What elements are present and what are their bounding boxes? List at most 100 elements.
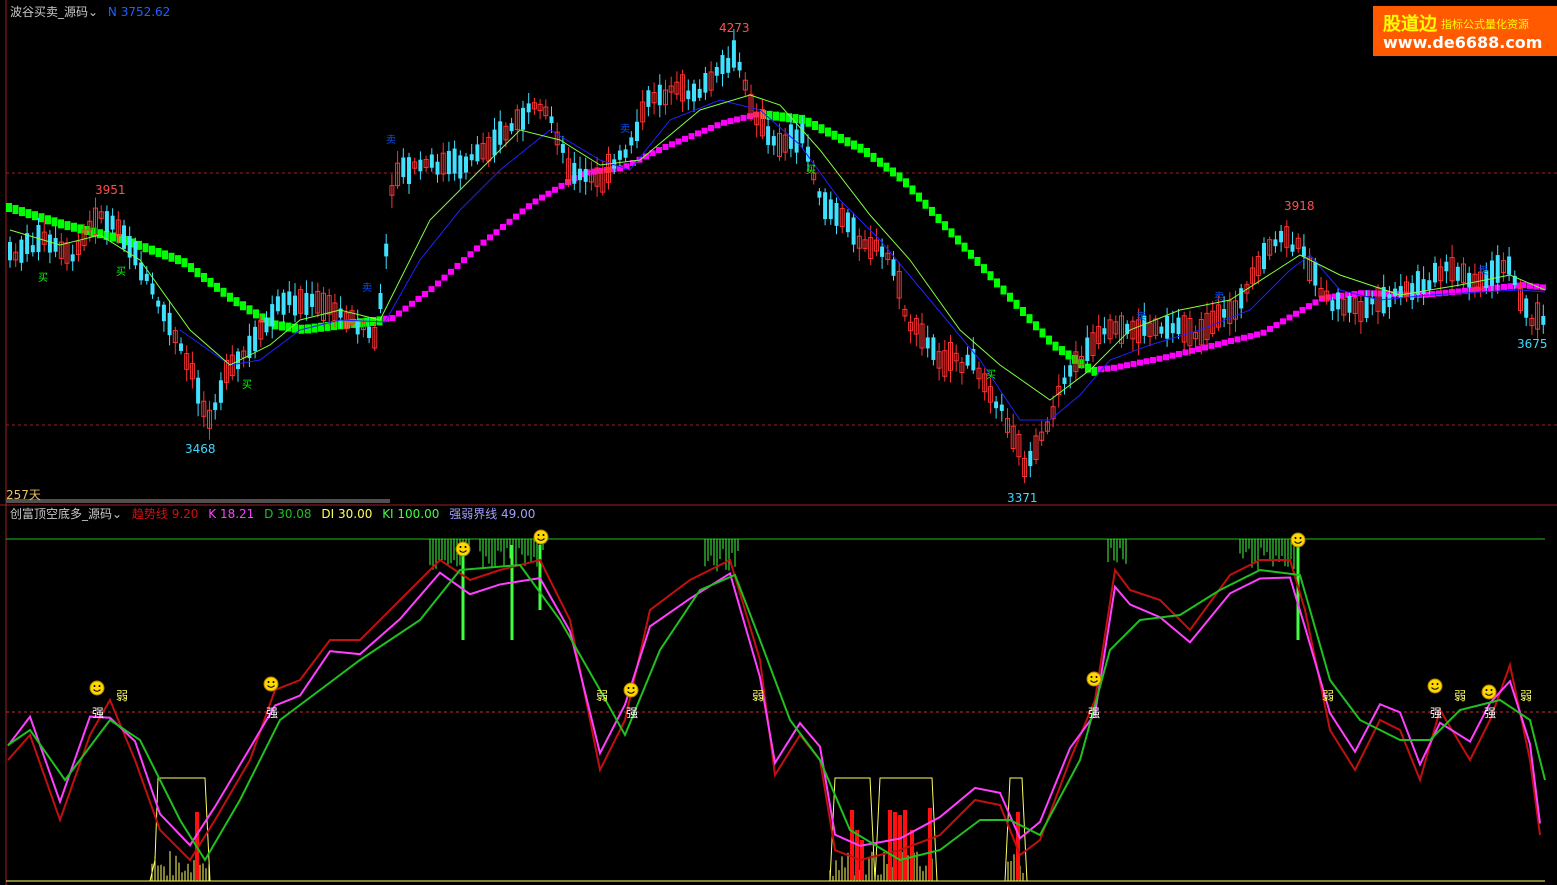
ribbon-block [1429,291,1436,298]
strong-label: 强 [92,706,105,720]
ribbon-block [1501,283,1507,290]
candle-down [1239,288,1244,309]
candle-down [498,121,503,145]
ribbon-block [727,118,734,125]
ribbon-block [1364,290,1371,297]
ribbon-block [1169,352,1176,359]
ribbon-block [688,133,695,140]
main-indicator-name[interactable]: 波谷买卖_源码 [10,5,88,19]
weak-label: 弱 [116,689,129,703]
ribbon-block [935,214,942,224]
strong-label: 强 [626,706,639,720]
candle-down [1364,296,1369,319]
chevron-down-icon[interactable]: ⌄ [88,5,98,19]
ribbon-block [389,315,396,322]
strong-label: 强 [266,706,279,720]
ribbon-block [1488,285,1494,292]
red-bar [893,812,897,880]
smiley-eye [1431,683,1434,685]
sub-indicator-header[interactable]: 创富顶空底多_源码⌄ 趋势线 9.20 K 18.21 D 30.08 DI 3… [10,507,541,521]
ribbon-block [662,143,669,150]
sub-indicator-name[interactable]: 创富顶空底多_源码 [10,507,112,521]
peak-label: 3951 [95,183,126,197]
ribbon-block [1156,355,1163,362]
ribbon-block [246,305,253,315]
ribbon-block [656,147,662,153]
ribbon-block [448,268,454,275]
horizontal-scrollbar[interactable] [6,499,390,503]
ribbon-block [851,140,857,150]
ribbon-block [1293,310,1299,317]
site-logo[interactable]: 股道边 指标公式量化资源 www.de6688.com [1373,6,1557,56]
ribbon-block [961,242,968,252]
ribbon-block [909,185,916,195]
candle-down [1347,295,1352,313]
candle-down [264,317,269,333]
legend-boundary: 强弱界线 49.00 [449,507,536,521]
candle-down [47,234,52,253]
ribbon-block [201,272,207,282]
candle-down [492,129,497,156]
ribbon-block [493,229,500,236]
ribbon-block [1520,282,1527,289]
chevron-down-icon[interactable]: ⌄ [112,507,122,521]
main-panel [0,0,1557,506]
main-indicator-header[interactable]: 波谷买卖_源码⌄ N 3752.62 [10,5,176,19]
chart-canvas[interactable] [0,0,1557,885]
candle-down [144,273,149,281]
candle-down [965,354,970,366]
smiley-eye [464,546,467,548]
candle-down [817,191,822,198]
smiley-eye [1436,683,1439,685]
candle-down [1415,271,1420,295]
sell-marker: 卖 [1136,312,1146,323]
candle-down [293,295,297,316]
ribbon-block [409,300,415,307]
legend-d: D 30.08 [264,507,312,521]
ribbon-block [480,239,487,246]
ribbon-block [1150,357,1156,363]
candle-down [378,293,383,310]
candle-down [800,123,805,144]
ribbon-block [552,186,558,193]
weak-label: 弱 [1520,689,1533,703]
ribbon-block [1247,333,1254,340]
candle-down [1507,256,1512,275]
ribbon-block [714,122,721,129]
candle-down [464,156,468,173]
candle-down [834,202,839,226]
candle-down [578,168,582,181]
candle-down [1102,328,1107,335]
candle-down [161,304,166,322]
ribbon-block [168,252,175,262]
ribbon-block [539,194,545,201]
candle-down [629,137,634,146]
ribbon-block [558,182,565,189]
candle-down [880,246,885,257]
candle-down [253,326,258,352]
ribbon-block [1163,354,1169,361]
smiley-icon [1427,678,1443,694]
candle-down [1176,317,1181,335]
smiley-icon [1481,684,1497,700]
legend-trend: 趋势线 9.20 [131,507,199,521]
ribbon-block [831,130,838,140]
ribbon-block [987,271,994,281]
ribbon-block [948,228,955,238]
smiley-icon [533,529,549,545]
ribbon-block [857,143,864,153]
candle-down [1222,309,1227,318]
candle-down [446,150,451,175]
ribbon-block [227,292,233,302]
ribbon-block [1208,342,1215,349]
ribbon-block [142,243,149,253]
candle-down [1455,266,1460,281]
logo-url: www.de6688.com [1383,33,1543,52]
ribbon-block [194,268,201,278]
main-value-label: N 3752.62 [107,5,171,19]
ribbon-block [51,217,58,227]
strong-label: 强 [1430,706,1443,720]
candle-down [549,116,554,124]
smiley-eye [542,534,545,536]
candle-down [384,243,389,257]
